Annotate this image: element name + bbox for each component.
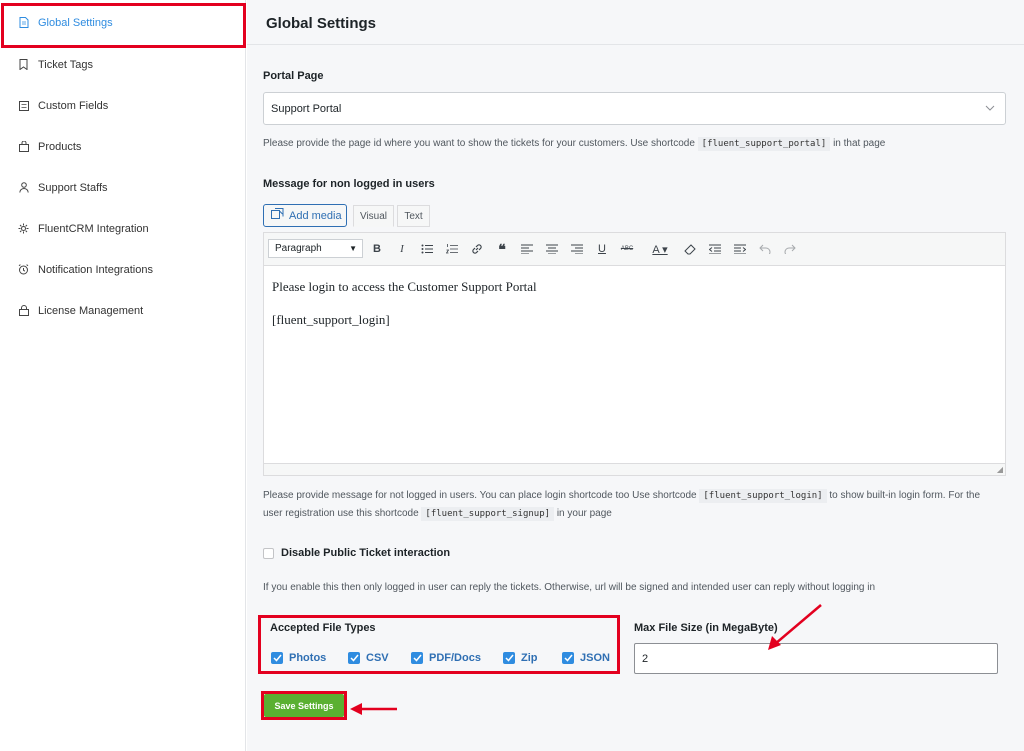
editor-content[interactable]: Please login to access the Customer Supp… (272, 279, 992, 345)
numbered-list-icon[interactable] (444, 241, 460, 257)
indent-icon[interactable] (732, 241, 748, 257)
max-file-size-input[interactable]: 2 (634, 643, 998, 674)
text-color-icon[interactable]: A ▾ (646, 241, 674, 257)
editor-toolbar: Paragraph ▼ B I ❝ U ABC A ▾ (264, 233, 1005, 266)
user-icon (18, 182, 29, 193)
file-type-pdf-docs[interactable]: PDF/Docs (411, 652, 481, 664)
portal-page-select[interactable]: Support Portal (263, 92, 1006, 125)
message-help: Please provide message for not logged in… (263, 489, 981, 521)
portal-page-help: Please provide the page id where you wan… (263, 137, 886, 151)
format-select[interactable]: Paragraph ▼ (268, 239, 363, 258)
file-type-json[interactable]: JSON (562, 652, 610, 664)
disable-public-ticket-label: Disable Public Ticket interaction (281, 547, 451, 559)
bag-icon (18, 141, 29, 152)
redo-icon[interactable] (782, 241, 798, 257)
alarm-icon (18, 264, 29, 275)
sidebar-item-custom-fields[interactable]: Custom Fields (0, 85, 246, 126)
file-type-csv[interactable]: CSV (348, 652, 389, 664)
align-right-icon[interactable] (569, 241, 585, 257)
resize-handle-icon[interactable]: ◢ (997, 465, 1003, 474)
gear-icon (18, 223, 29, 234)
form-icon (18, 100, 29, 111)
signup-shortcode: [fluent_support_signup] (421, 507, 555, 521)
check-icon (411, 652, 423, 664)
page-header: Global Settings (247, 0, 1024, 45)
sidebar-item-products[interactable]: Products (0, 126, 246, 167)
highlight-box (1, 3, 246, 48)
chevron-down-icon (985, 103, 995, 115)
accepted-file-types-label: Accepted File Types (270, 622, 376, 634)
message-label: Message for non logged in users (263, 178, 435, 190)
disable-public-ticket-checkbox[interactable] (263, 548, 274, 559)
max-file-size-label: Max File Size (in MegaByte) (634, 622, 778, 634)
strikethrough-icon[interactable]: ABC (619, 241, 635, 257)
editor-line: [fluent_support_login] (272, 312, 390, 327)
bulleted-list-icon[interactable] (419, 241, 435, 257)
sidebar-item-global-settings[interactable]: Global Settings (0, 2, 246, 48)
add-media-button[interactable]: Add media (263, 204, 347, 227)
login-shortcode: [fluent_support_login] (699, 489, 827, 503)
settings-sidebar: Global Settings Ticket Tags Custom Field… (0, 0, 246, 751)
portal-shortcode: [fluent_support_portal] (697, 137, 831, 151)
italic-icon[interactable]: I (394, 241, 410, 257)
bold-icon[interactable]: B (369, 241, 385, 257)
public-ticket-help: If you enable this then only logged in u… (263, 582, 876, 593)
message-editor[interactable]: Paragraph ▼ B I ❝ U ABC A ▾ Please login… (263, 232, 1006, 476)
undo-icon[interactable] (757, 241, 773, 257)
sidebar-item-label: Notification Integrations (38, 263, 153, 276)
check-icon (271, 652, 283, 664)
check-icon (503, 652, 515, 664)
sidebar-item-support-staffs[interactable]: Support Staffs (0, 167, 246, 208)
file-type-zip[interactable]: Zip (503, 652, 538, 664)
sidebar-item-label: License Management (38, 304, 144, 317)
underline-icon[interactable]: U (594, 241, 610, 257)
outdent-icon[interactable] (707, 241, 723, 257)
dropdown-arrow-icon: ▼ (349, 244, 357, 253)
lock-icon (18, 305, 29, 316)
sidebar-item-ticket-tags[interactable]: Ticket Tags (0, 44, 246, 85)
align-center-icon[interactable] (544, 241, 560, 257)
page-title: Global Settings (266, 15, 377, 32)
align-left-icon[interactable] (519, 241, 535, 257)
file-type-photos[interactable]: Photos (271, 652, 326, 664)
check-icon (348, 652, 360, 664)
portal-page-label: Portal Page (263, 70, 324, 82)
editor-statusbar: ◢ (264, 463, 1005, 475)
blockquote-icon[interactable]: ❝ (494, 241, 510, 257)
eraser-icon[interactable] (682, 241, 698, 257)
editor-line: Please login to access the Customer Supp… (272, 279, 537, 294)
sidebar-item-label: Ticket Tags (38, 58, 94, 71)
bookmark-icon (18, 59, 29, 70)
tab-text[interactable]: Text (397, 205, 430, 227)
sidebar-item-label: FluentCRM Integration (38, 222, 149, 235)
sidebar-item-label: Support Staffs (38, 181, 108, 194)
sidebar-item-label: Products (38, 140, 82, 153)
sidebar-item-fluentcrm-integration[interactable]: FluentCRM Integration (0, 208, 246, 249)
sidebar-item-notification-integrations[interactable]: Notification Integrations (0, 249, 246, 290)
sidebar-item-license-management[interactable]: License Management (0, 290, 246, 331)
tab-visual[interactable]: Visual (353, 205, 394, 227)
portal-page-value: Support Portal (271, 102, 342, 115)
media-icon (271, 208, 284, 223)
save-settings-button[interactable]: Save Settings (264, 694, 344, 717)
link-icon[interactable] (469, 241, 485, 257)
check-icon (562, 652, 574, 664)
sidebar-item-label: Custom Fields (38, 99, 109, 112)
